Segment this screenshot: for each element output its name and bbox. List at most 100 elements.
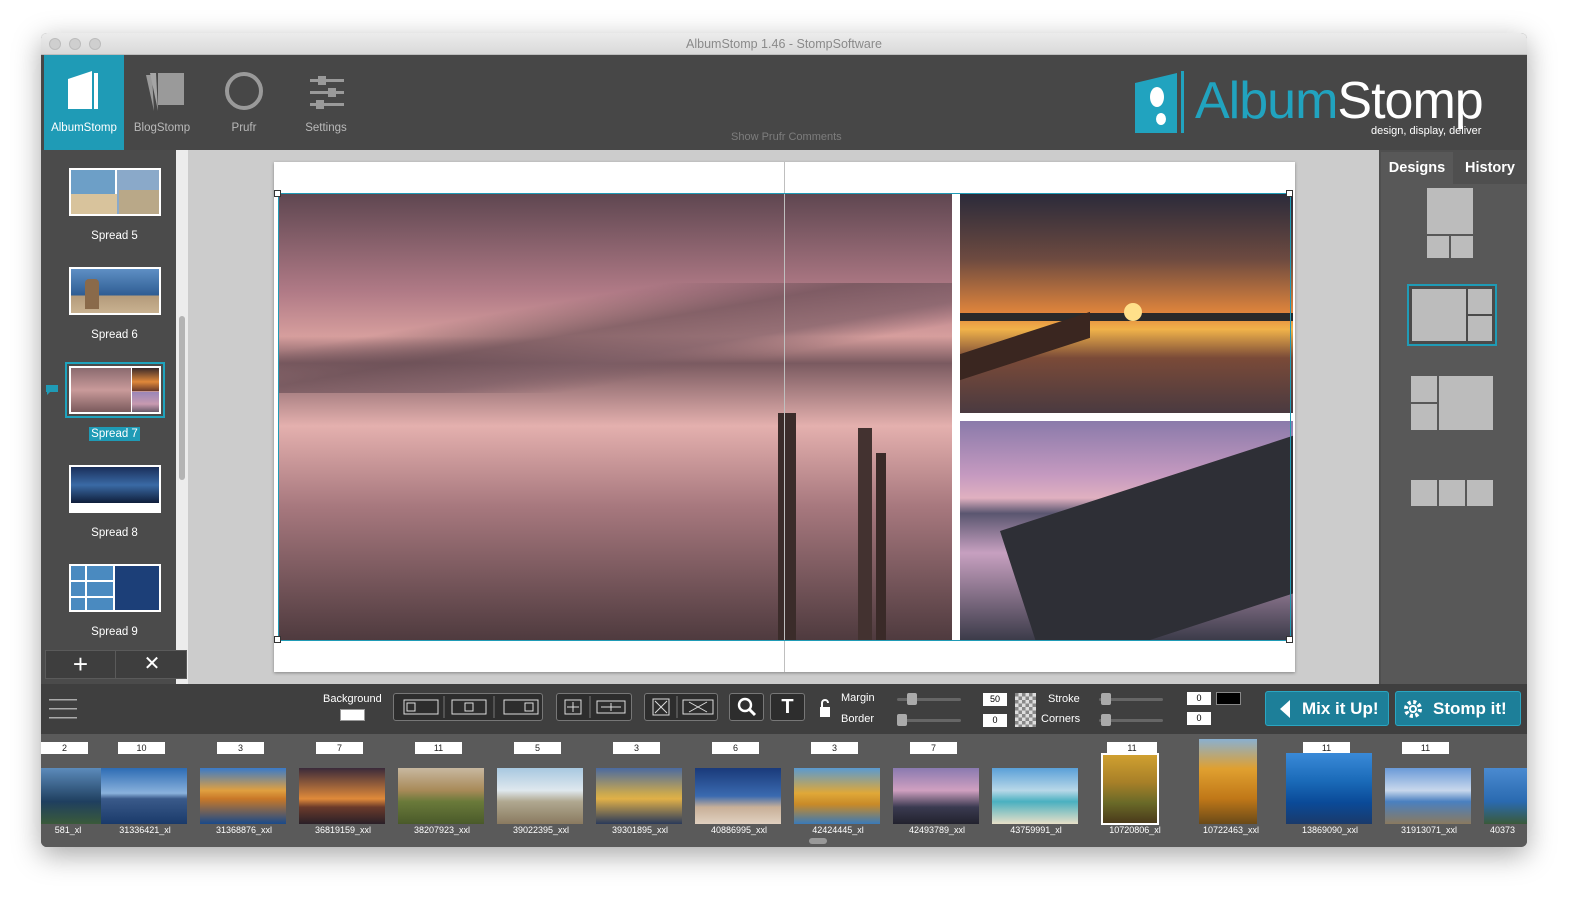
filmstrip-photo[interactable]: 11 38207923_xxl	[396, 739, 495, 835]
module-label: BlogStomp	[133, 122, 191, 134]
background-color-swatch[interactable]	[340, 709, 365, 721]
corners-value-field[interactable]: 0	[1187, 712, 1211, 725]
gear-icon	[1404, 700, 1422, 718]
filmstrip-photo-selected[interactable]: 11 10720806_xl	[1089, 739, 1183, 835]
resize-handle[interactable]	[274, 190, 281, 197]
filmstrip-photo[interactable]: 3 42424445_xl	[792, 739, 891, 835]
stroke-value-field[interactable]: 0	[1187, 692, 1211, 705]
album-spread-page	[274, 162, 1295, 672]
spread-label: Spread 5	[91, 230, 138, 242]
filmstrip-resize-handle[interactable]	[809, 838, 827, 844]
fill-buttons-group[interactable]	[644, 693, 718, 721]
minimize-window-button[interactable]	[69, 38, 81, 50]
spread-item[interactable]: Spread 5	[41, 168, 188, 267]
filmstrip-photo[interactable]: 40373	[1482, 739, 1527, 834]
show-prufr-comments-link[interactable]: Show Prufr Comments	[731, 131, 842, 143]
module-bar: AlbumStomp BlogStomp Prufr Settings Show…	[41, 55, 1527, 150]
stroke-label: Stroke	[1048, 693, 1080, 705]
filmstrip-photo[interactable]: 7 36819159_xxl	[297, 739, 396, 835]
layout-option[interactable]	[1411, 480, 1495, 508]
module-settings[interactable]: Settings	[286, 55, 366, 150]
close-window-button[interactable]	[49, 38, 61, 50]
corners-slider-knob[interactable]	[1101, 714, 1111, 726]
photo-lake-sunset[interactable]	[278, 193, 952, 641]
border-value-field[interactable]: 0	[983, 714, 1007, 727]
zoom-window-button[interactable]	[89, 38, 101, 50]
layout-option-selected[interactable]	[1407, 284, 1497, 346]
spread-thumbnail	[69, 267, 161, 315]
remove-spread-button[interactable]: ✕	[117, 651, 187, 678]
filmstrip-photo[interactable]: 11 13869090_xxl	[1284, 739, 1383, 835]
photo-filename: 42424445_xl	[812, 825, 864, 835]
magnifier-icon	[737, 697, 757, 717]
photo-filename: 10722463_xxl	[1202, 825, 1260, 835]
photo-filename: 40886995_xxl	[710, 825, 768, 835]
filmstrip-photo[interactable]: 11 31913071_xxl	[1383, 739, 1482, 835]
align-icons	[403, 696, 539, 718]
usage-count: 2	[41, 742, 88, 754]
layout-option[interactable]	[1427, 188, 1477, 262]
add-spread-button[interactable]: +	[46, 651, 116, 678]
filmstrip-photo[interactable]: 3 39301895_xxl	[594, 739, 693, 835]
resize-handle[interactable]	[1286, 636, 1293, 643]
comment-bubble-icon	[46, 385, 58, 395]
photo-filename: 36819159_xxl	[314, 825, 372, 835]
tab-history[interactable]: History	[1455, 152, 1525, 184]
resize-handle[interactable]	[274, 636, 281, 643]
spread-buttons: + ✕	[45, 650, 187, 679]
usage-count: 3	[811, 742, 858, 754]
filmstrip-photo[interactable]: 43759991_xl	[990, 739, 1089, 835]
photo-pier-sunset[interactable]	[960, 193, 1293, 413]
module-blogstomp[interactable]: BlogStomp	[122, 55, 202, 150]
lock-icon[interactable]	[818, 697, 832, 719]
margin-slider-knob[interactable]	[907, 693, 917, 705]
usage-count: 10	[118, 742, 165, 754]
photo-beach-dusk[interactable]	[960, 421, 1293, 641]
spread-list: Spread 5 Spread 6 Spread 7 Spread 8 Spre…	[41, 150, 188, 684]
fit-buttons-group[interactable]	[556, 693, 632, 721]
spread-item[interactable]: Spread 7	[41, 362, 188, 465]
logo-tagline: design, display, deliver	[1371, 125, 1482, 137]
scrollbar-thumb[interactable]	[179, 316, 185, 480]
spread-thumbnail	[69, 564, 161, 612]
tab-designs[interactable]: Designs	[1381, 152, 1453, 184]
filmstrip-photo[interactable]: 5 39022395_xxl	[495, 739, 594, 835]
usage-count: 3	[613, 742, 660, 754]
spread-label-text: Spread 7	[89, 427, 140, 441]
filmstrip-photo[interactable]: 10 31336421_xl	[99, 739, 198, 835]
photo-filename: 10720806_xl	[1109, 825, 1161, 835]
module-prufr[interactable]: Prufr	[204, 55, 284, 150]
usage-count: 5	[514, 742, 561, 754]
filmstrip-photo[interactable]: 3 31368876_xxl	[198, 739, 297, 835]
spread-item[interactable]: Spread 6	[41, 267, 188, 366]
menu-icon[interactable]	[49, 697, 79, 721]
layout-option[interactable]	[1411, 376, 1495, 432]
logo-album-text: Album	[1195, 72, 1338, 130]
edit-toolbar: Background T Margin Border 50 0 Stroke C…	[41, 684, 1527, 734]
text-tool-button[interactable]: T	[770, 693, 805, 721]
stroke-slider-knob[interactable]	[1101, 693, 1111, 705]
settings-icon	[310, 76, 344, 109]
usage-count: 3	[217, 742, 264, 754]
filmstrip-photo[interactable]: 6 40886995_xxl	[693, 739, 792, 835]
spread-list-scrollbar[interactable]	[176, 150, 188, 684]
spread-item[interactable]: Spread 9	[41, 564, 188, 663]
spread-label: Spread 7	[41, 427, 188, 441]
photo-filename: 31336421_xl	[119, 825, 171, 835]
stomp-it-button[interactable]: Stomp it!	[1395, 691, 1521, 726]
stroke-color-swatch[interactable]	[1216, 692, 1241, 705]
resize-handle[interactable]	[1286, 190, 1293, 197]
design-canvas	[188, 150, 1379, 684]
border-color-swatch[interactable]	[1015, 693, 1036, 727]
spread-thumbnail	[65, 362, 165, 418]
spread-item[interactable]: Spread 8	[41, 465, 188, 564]
margin-value-field[interactable]: 50	[983, 693, 1007, 706]
filmstrip-photo[interactable]: 10722463_xxl	[1185, 739, 1280, 835]
albumstomp-logo: AlbumStomp design, display, deliver	[1133, 65, 1518, 145]
border-slider-knob[interactable]	[897, 714, 907, 726]
zoom-button[interactable]	[729, 693, 764, 721]
module-albumstomp[interactable]: AlbumStomp	[44, 55, 124, 150]
filmstrip-photo[interactable]: 7 42493789_xxl	[891, 739, 990, 835]
mix-it-up-button[interactable]: Mix it Up!	[1265, 691, 1389, 726]
margin-label: Margin	[841, 692, 875, 704]
